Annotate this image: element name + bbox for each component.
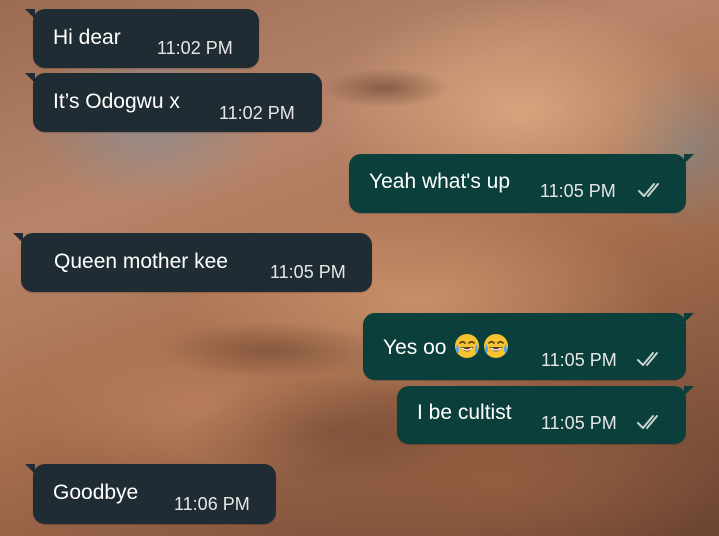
message-text: Yeah what's up: [369, 170, 511, 193]
message-bubble-incoming[interactable]: Hi dear 11:02 PM: [25, 9, 259, 68]
bubble-tail: [25, 9, 35, 19]
message-time: 11:02 PM: [219, 103, 295, 123]
message-text: I be cultist: [417, 401, 512, 424]
message-text-content: Yes oo: [383, 336, 447, 359]
message-text: Queen mother kee: [54, 250, 228, 273]
double-check-icon: [637, 352, 658, 366]
message-time: 11:05 PM: [270, 262, 346, 282]
message-text: Hi dear: [53, 26, 121, 49]
message-text: Yes oo: [383, 332, 510, 360]
message-time: 11:02 PM: [157, 38, 233, 58]
bubble-tail: [25, 73, 35, 83]
double-check-icon: [638, 183, 659, 197]
bubble-tail: [25, 464, 35, 474]
message-text: Goodbye: [53, 481, 139, 504]
message-time: 11:05 PM: [541, 350, 617, 370]
message-bubble-incoming[interactable]: Goodbye 11:06 PM: [25, 464, 276, 524]
double-check-icon: [637, 415, 658, 429]
message-bubble-incoming[interactable]: Queen mother kee 11:05 PM: [13, 233, 372, 292]
message-text: It’s Odogwu x: [53, 90, 180, 113]
message-bubble-outgoing[interactable]: Yeah what's up 11:05 PM: [349, 154, 694, 213]
bubble-tail: [13, 233, 23, 243]
message-bubble-incoming[interactable]: It’s Odogwu x 11:02 PM: [25, 73, 322, 132]
bubble-tail: [684, 154, 694, 164]
face-with-tears-of-joy-icon: [484, 334, 509, 358]
message-time: 11:05 PM: [541, 413, 617, 433]
bubble-tail: [684, 386, 694, 396]
message-bubble-outgoing[interactable]: Yes oo 11:05 PM: [363, 313, 694, 380]
bubble-tail: [684, 313, 694, 323]
message-time: 11:05 PM: [540, 181, 616, 201]
message-bubble-outgoing[interactable]: I be cultist 11:05 PM: [397, 386, 694, 444]
message-time: 11:06 PM: [174, 494, 250, 514]
face-with-tears-of-joy-icon: [455, 334, 480, 358]
